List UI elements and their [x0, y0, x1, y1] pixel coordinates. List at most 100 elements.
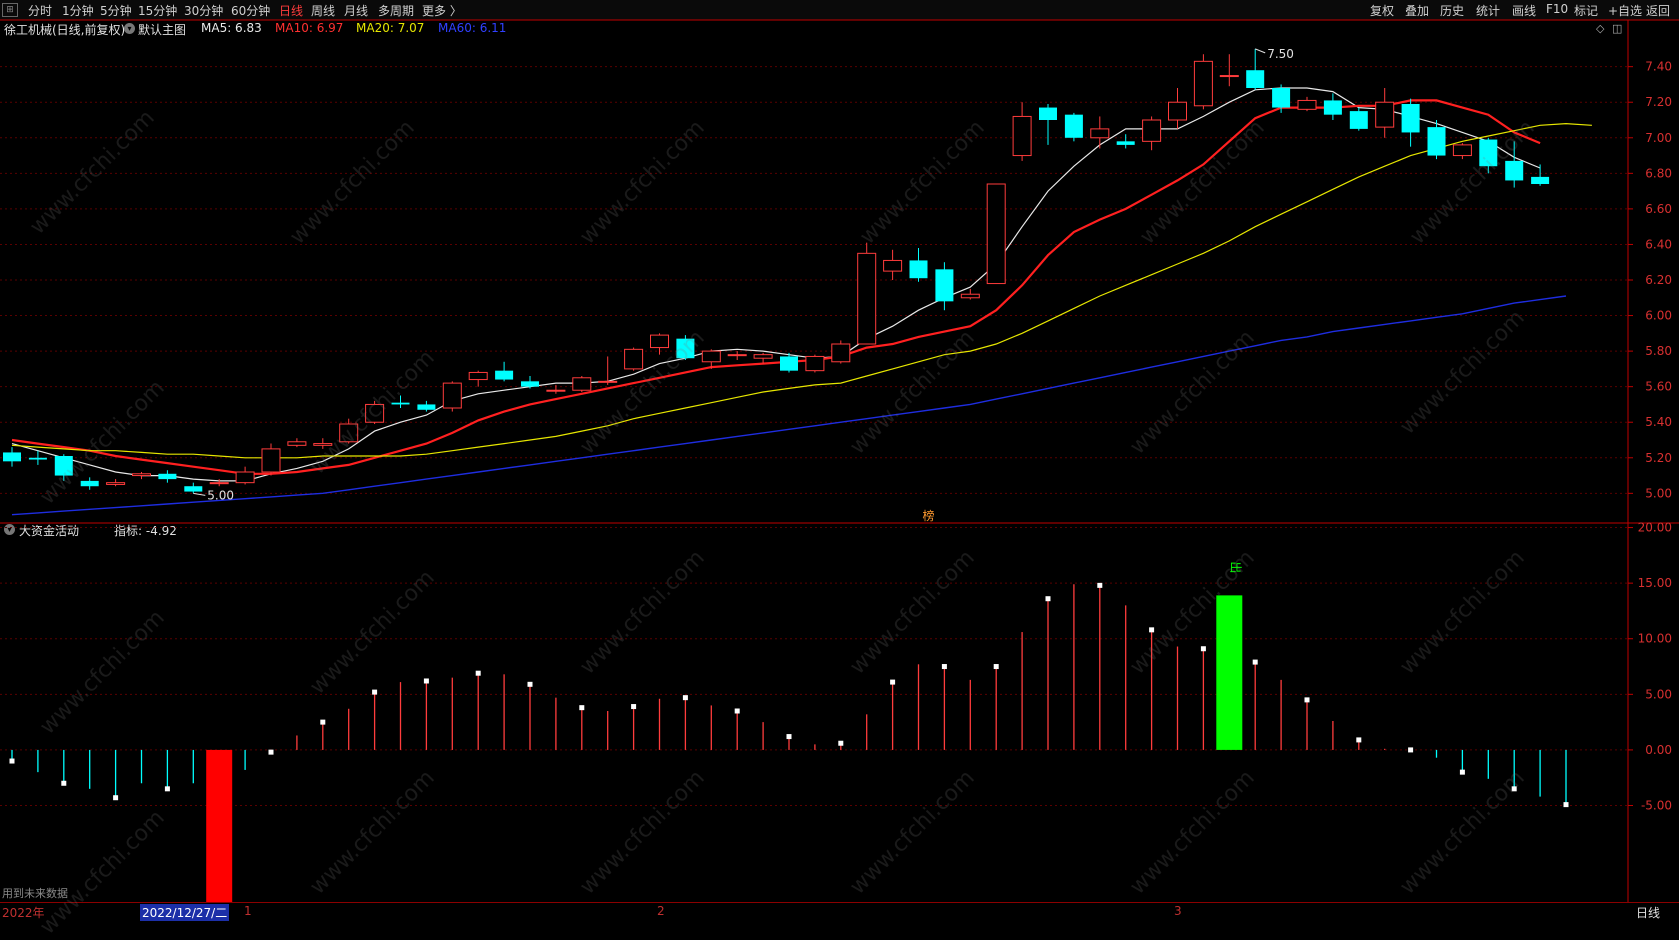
candle-body-15	[391, 402, 410, 405]
candle-body-43	[1116, 141, 1135, 145]
high-annotation-label: 7.50	[1267, 47, 1294, 61]
year-label: 2022年	[2, 906, 45, 920]
indicator-dot-20	[527, 681, 533, 687]
candle-body-39	[1012, 115, 1032, 157]
price-tick-label-6: 6.20	[1645, 273, 1672, 287]
candle-body-54	[1401, 104, 1420, 133]
indicator-dot-58	[1511, 786, 1517, 792]
candle-body-42	[1090, 128, 1110, 139]
indicator-dot-22	[579, 705, 585, 711]
candle-body-13	[339, 423, 359, 443]
candle-body-40	[1039, 107, 1057, 120]
price-tick-label-9: 5.60	[1645, 380, 1672, 394]
candle-body-56	[1452, 144, 1472, 157]
candle-body-50	[1297, 99, 1317, 110]
low-annotation-arrow	[193, 492, 206, 496]
indicator-dot-30	[786, 734, 792, 740]
kline-chart[interactable]: 7.40 7.20 7.00 6.80 6.60 6.40 6.20 6.00 5.80 5.60…	[0, 0, 1679, 919]
indicator-dot-50	[1304, 697, 1310, 703]
indicator-dot-34	[890, 679, 896, 685]
price-tick-label-1: 7.20	[1645, 95, 1672, 109]
candle-body-45	[1168, 101, 1187, 121]
candle-body-17	[442, 382, 462, 409]
signal-label-47: 出	[1228, 561, 1242, 573]
indicator-dot-14	[372, 689, 378, 695]
ma-line-ma10	[11, 99, 1541, 475]
candle-body-47	[1219, 75, 1239, 78]
indicator-dot-44	[1149, 627, 1155, 633]
indicator-tick-label-4: 0.00	[1645, 743, 1672, 757]
candle-body-8	[209, 482, 229, 485]
candle-body-28	[727, 354, 747, 357]
month-mark-3: 3	[1174, 904, 1182, 918]
indicator-dot-6	[164, 786, 170, 792]
indicator-dot-38	[993, 664, 999, 670]
price-tick-label-2: 7.00	[1645, 131, 1672, 145]
candle-body-37	[960, 293, 980, 299]
candle-body-25	[650, 334, 669, 349]
candle-body-3	[80, 480, 99, 487]
indicator-dot-46	[1200, 646, 1206, 652]
month-mark-1: 1	[244, 904, 252, 918]
indicator-dot-32	[838, 740, 844, 746]
candle-body-51	[1323, 100, 1342, 115]
candle-body-44	[1142, 119, 1162, 142]
indicator-tick-label-3: 5.00	[1645, 687, 1672, 701]
candle-body-4	[106, 482, 126, 485]
price-tick-label-0: 7.40	[1645, 60, 1672, 74]
candle-body-7	[184, 486, 203, 492]
price-tick-label-12: 5.00	[1645, 486, 1672, 500]
period-switch-button[interactable]: 日线	[1636, 904, 1660, 921]
candle-body-24	[624, 348, 644, 370]
future-data-note: 用到未来数据	[2, 887, 68, 900]
candle-body-52	[1349, 111, 1368, 129]
indicator-dot-48	[1252, 659, 1258, 665]
price-tick-label-4: 6.60	[1645, 202, 1672, 216]
candle-body-16	[417, 404, 436, 410]
candle-body-38	[986, 183, 1006, 285]
indicator-dot-0	[9, 758, 15, 764]
low-annotation-label: 5.00	[207, 488, 234, 502]
candle-body-31	[805, 355, 825, 372]
candle-body-26	[676, 338, 695, 359]
indicator-tick-label-1: 15.00	[1638, 576, 1672, 590]
candle-body-2	[54, 456, 73, 476]
candle-body-21	[546, 389, 566, 392]
rank-marker: 榜	[923, 508, 935, 523]
candle-body-11	[287, 441, 307, 446]
indicator-dot-4	[113, 795, 119, 801]
candle-body-10	[261, 448, 281, 473]
indicator-dot-16	[423, 678, 429, 684]
indicator-dot-60	[1563, 802, 1569, 808]
indicator-dot-54	[1408, 747, 1414, 753]
candle-body-0	[3, 452, 21, 462]
indicator-dot-42	[1097, 582, 1103, 588]
price-tick-label-11: 5.20	[1645, 451, 1672, 465]
price-tick-label-5: 6.40	[1645, 237, 1672, 251]
indicator-dot-56	[1459, 769, 1465, 775]
candle-body-48	[1246, 70, 1265, 88]
price-tick-label-10: 5.40	[1645, 415, 1672, 429]
candle-body-32	[831, 343, 851, 363]
candle-body-33	[857, 252, 877, 345]
candle-body-5	[132, 473, 151, 477]
candle-body-1	[28, 457, 47, 460]
indicator-dot-18	[475, 670, 481, 676]
selected-date: 2022/12/27/二	[140, 904, 230, 921]
indicator-dot-12	[320, 719, 326, 725]
indicator-dot-24	[631, 704, 637, 710]
indicator-dot-36	[941, 664, 947, 670]
month-mark-2: 2	[657, 904, 665, 918]
candle-body-18	[468, 371, 488, 381]
high-annotation-arrow	[1255, 48, 1266, 54]
candle-body-34	[883, 259, 903, 272]
indicator-dot-10	[268, 749, 274, 755]
price-tick-label-7: 6.00	[1645, 309, 1672, 323]
price-tick-label-8: 5.80	[1645, 344, 1672, 358]
candle-body-23	[598, 380, 618, 383]
candle-body-46	[1193, 60, 1213, 107]
indicator-tick-label-0: 20.00	[1638, 521, 1672, 535]
indicator-dot-40	[1045, 596, 1051, 602]
candle-body-36	[935, 269, 954, 302]
candle-body-19	[495, 370, 514, 380]
